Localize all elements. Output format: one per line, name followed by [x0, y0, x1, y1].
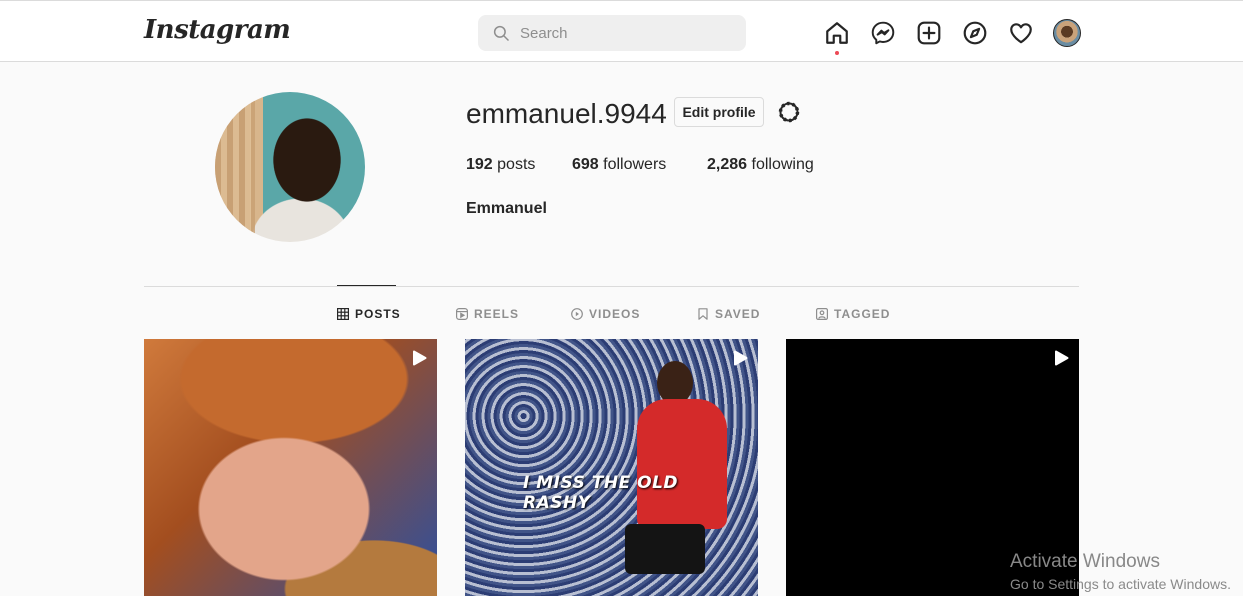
followers-label: followers [598, 156, 667, 173]
tabs-divider [144, 286, 1079, 287]
post-thumbnail-2[interactable]: I MISS THE OLD RASHY [465, 339, 758, 596]
settings-icon[interactable] [777, 100, 801, 124]
following-stat[interactable]: 2,286 following [707, 156, 814, 174]
reel-play-icon [413, 350, 427, 366]
tab-reels-label: REELS [474, 307, 520, 321]
top-navigation-bar: Instagram [0, 0, 1243, 62]
tab-tagged-label: TAGGED [834, 307, 891, 321]
home-icon[interactable] [824, 20, 850, 46]
tab-tagged[interactable]: TAGGED [816, 305, 890, 323]
new-post-icon[interactable] [916, 20, 942, 46]
search-input[interactable] [520, 15, 735, 51]
tagged-icon [816, 308, 828, 320]
post-thumbnail-3[interactable] [786, 339, 1079, 596]
tab-saved-label: SAVED [715, 307, 761, 321]
messenger-icon[interactable] [870, 20, 896, 46]
reels-icon [456, 308, 468, 320]
reel-play-icon [1055, 350, 1069, 366]
tab-posts-label: POSTS [355, 307, 401, 321]
post-caption-overlay: I MISS THE OLD RASHY [523, 473, 679, 513]
profile-avatar[interactable] [1053, 19, 1081, 47]
search-icon [493, 25, 510, 42]
posts-label: posts [492, 156, 536, 173]
posts-count: 192 [466, 156, 493, 173]
instagram-logo[interactable]: Instagram [144, 15, 291, 45]
following-label: following [747, 156, 814, 173]
tab-posts[interactable]: POSTS [337, 305, 401, 323]
notification-dot [835, 51, 839, 55]
bookmark-icon [698, 308, 708, 320]
grid-icon [337, 308, 349, 320]
player-figure-shorts [625, 524, 705, 574]
profile-full-name: Emmanuel [466, 200, 547, 217]
profile-picture[interactable] [215, 92, 365, 242]
reel-play-icon [734, 350, 748, 366]
explore-icon[interactable] [962, 20, 988, 46]
followers-stat[interactable]: 698 followers [572, 156, 666, 174]
profile-username: emmanuel.9944 [466, 98, 667, 129]
tab-reels[interactable]: REELS [456, 305, 519, 323]
posts-count-stat: 192 posts [466, 156, 535, 174]
followers-count: 698 [572, 156, 599, 173]
following-count: 2,286 [707, 156, 748, 173]
post-thumbnail-1[interactable] [144, 339, 437, 596]
edit-profile-button[interactable]: Edit profile [674, 97, 764, 127]
video-play-icon [571, 308, 583, 320]
active-tab-indicator [337, 285, 396, 286]
activity-heart-icon[interactable] [1008, 20, 1034, 46]
tab-videos-label: VIDEOS [589, 307, 641, 321]
search-box[interactable] [478, 15, 746, 51]
tab-saved[interactable]: SAVED [697, 305, 760, 323]
tab-videos[interactable]: VIDEOS [571, 305, 640, 323]
